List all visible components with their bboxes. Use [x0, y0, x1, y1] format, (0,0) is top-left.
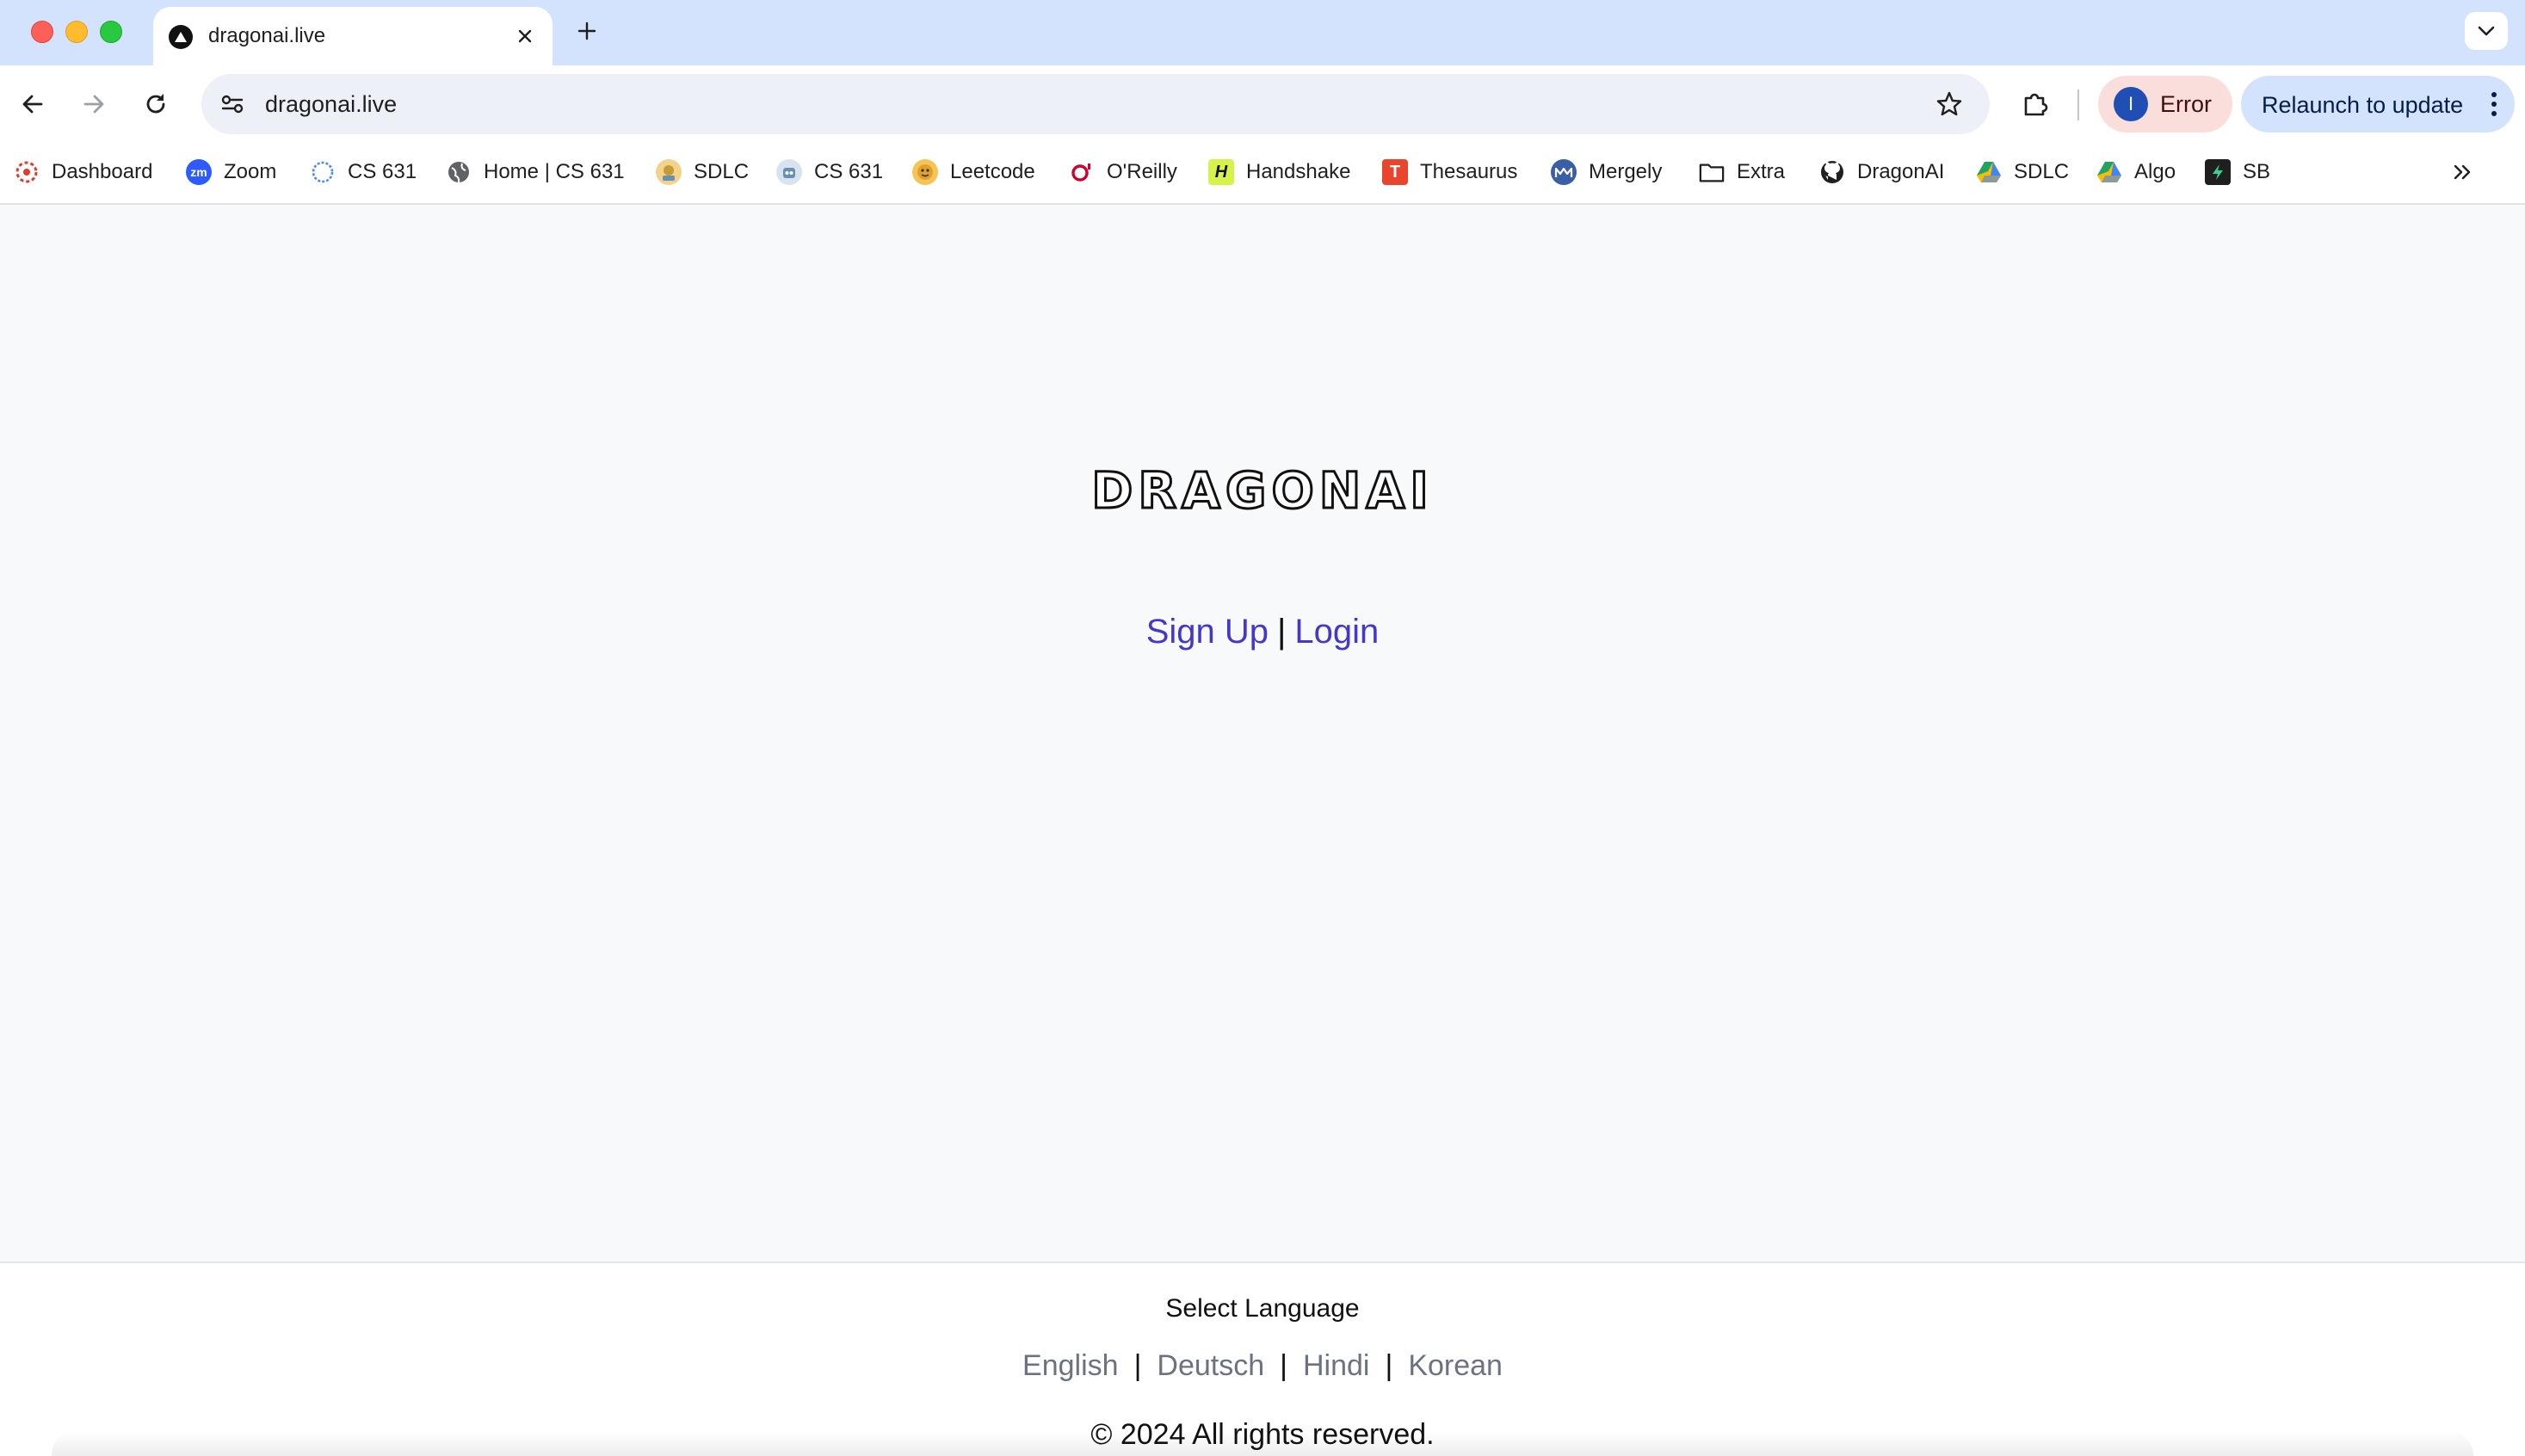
bookmark-leetcode[interactable]: Leetcode	[912, 153, 1035, 191]
site-footer: Select Language English | Deutsch | Hindi | Ko…	[0, 1262, 2525, 1456]
bookmark-label: SDLC	[2014, 160, 2070, 183]
bookmark-label: DragonAI	[1857, 160, 1945, 183]
language-divider: |	[1280, 1349, 1287, 1382]
bookmark-folder-extra[interactable]: Extra	[1699, 153, 1785, 191]
bookmark-label: SB	[2243, 160, 2271, 183]
triangle-favicon-icon	[169, 25, 193, 49]
sb-icon	[2205, 159, 2231, 185]
browser-toolbar: dragonai.live I Error Relaunch to update	[0, 65, 2525, 143]
bookmark-label: SDLC	[694, 160, 750, 183]
tab-strip: dragonai.live	[0, 0, 2525, 65]
ring-icon	[310, 159, 336, 185]
kebab-menu-icon[interactable]	[2485, 86, 2503, 122]
bookmark-cs631[interactable]: CS 631	[310, 153, 417, 191]
bookmark-cs631-2[interactable]: CS 631	[776, 153, 883, 191]
site-settings-tune-icon[interactable]	[213, 85, 251, 123]
language-korean-link[interactable]: Korean	[1408, 1349, 1503, 1382]
relaunch-to-update-button[interactable]: Relaunch to update	[2241, 76, 2515, 133]
bookmark-label: O'Reilly	[1107, 160, 1177, 183]
github-icon	[1819, 159, 1845, 185]
tab-search-chevron-down-icon[interactable]	[2465, 12, 2508, 50]
minimize-window-button[interactable]	[65, 21, 88, 43]
browser-tab-active[interactable]: dragonai.live	[153, 7, 553, 65]
bookmark-label: Mergely	[1589, 160, 1663, 183]
bookmark-dashboard[interactable]: Dashboard	[14, 153, 152, 191]
bookmarks-overflow-chevron-icon[interactable]	[2444, 153, 2482, 191]
tab-close-icon[interactable]	[509, 21, 540, 52]
language-selector: English | Deutsch | Hindi | Korean	[0, 1349, 2525, 1383]
bookmark-label: Thesaurus	[1420, 160, 1518, 183]
bookmark-home-cs631[interactable]: Home | CS 631	[446, 153, 625, 191]
forward-arrow-icon[interactable]	[74, 84, 114, 124]
handshake-icon: H	[1208, 159, 1234, 185]
back-arrow-icon[interactable]	[13, 84, 52, 124]
login-link[interactable]: Login	[1294, 613, 1379, 651]
dragonai-logo: DRAGONAI	[1090, 460, 1434, 521]
url-text[interactable]: dragonai.live	[265, 91, 397, 118]
bookmark-label: Leetcode	[950, 160, 1035, 183]
bookmark-handshake[interactable]: H Handshake	[1208, 153, 1350, 191]
emoji-icon	[656, 159, 682, 185]
language-divider: |	[1133, 1349, 1142, 1382]
oreilly-icon	[1069, 159, 1095, 185]
bookmark-label: Handshake	[1246, 160, 1351, 183]
bookmark-sdlc[interactable]: SDLC	[656, 153, 749, 191]
sign-up-link[interactable]: Sign Up	[1146, 613, 1269, 651]
maximize-window-button[interactable]	[100, 21, 122, 43]
bookmark-label: CS 631	[348, 160, 417, 183]
drive-icon	[1976, 159, 2002, 185]
bookmark-label: Extra	[1737, 160, 1786, 183]
language-deutsch-link[interactable]: Deutsch	[1157, 1349, 1264, 1382]
bookmarks-bar: Dashboard zm Zoom CS 631 Home | CS 631 S…	[0, 143, 2525, 205]
thesaurus-icon: T	[1382, 159, 1408, 185]
canvas-icon	[14, 159, 40, 185]
language-english-link[interactable]: English	[1022, 1349, 1119, 1382]
bookmark-algo-drive[interactable]: Algo	[2096, 153, 2176, 191]
profile-error-button[interactable]: I Error	[2098, 76, 2232, 133]
avatar: I	[2114, 87, 2148, 121]
bookmark-label: Algo	[2134, 160, 2176, 183]
bookmark-sdlc-drive[interactable]: SDLC	[1976, 153, 2069, 191]
robot-icon	[776, 159, 802, 185]
language-hindi-link[interactable]: Hindi	[1303, 1349, 1369, 1382]
folder-icon	[1699, 159, 1725, 185]
select-language-heading: Select Language	[1165, 1294, 1360, 1323]
auth-separator: |	[1277, 613, 1287, 651]
profile-status-label: Error	[2160, 91, 2212, 117]
bookmark-sb[interactable]: SB	[2205, 153, 2270, 191]
bookmark-dragonai[interactable]: DragonAI	[1819, 153, 1944, 191]
tab-title: dragonai.live	[208, 24, 326, 47]
bookmark-label: CS 631	[814, 160, 884, 183]
bookmark-thesaurus[interactable]: T Thesaurus	[1382, 153, 1517, 191]
bookmark-label: Home | CS 631	[484, 160, 625, 183]
globe-icon	[446, 159, 472, 185]
zoom-icon: zm	[186, 159, 212, 185]
address-bar[interactable]: dragonai.live	[201, 74, 1990, 134]
bookmark-label: Dashboard	[52, 160, 153, 183]
emoji-icon	[912, 159, 938, 185]
reload-icon[interactable]	[136, 84, 176, 124]
bookmark-zoom[interactable]: zm Zoom	[186, 153, 276, 191]
bookmark-label: Zoom	[224, 160, 277, 183]
language-divider: |	[1385, 1349, 1393, 1382]
bookmark-mergely[interactable]: Mergely	[1551, 153, 1662, 191]
toolbar-divider	[2077, 89, 2079, 120]
relaunch-label: Relaunch to update	[2262, 92, 2464, 118]
auth-links: Sign Up | Login	[0, 613, 2525, 651]
extensions-puzzle-icon[interactable]	[2016, 84, 2055, 124]
mergely-icon	[1551, 159, 1577, 185]
bookmark-star-icon[interactable]	[1931, 86, 1967, 122]
close-window-button[interactable]	[31, 21, 53, 43]
footer-shadow	[52, 1430, 2473, 1456]
drive-icon	[2096, 159, 2122, 185]
new-tab-plus-icon[interactable]	[570, 14, 604, 48]
bookmark-oreilly[interactable]: O'Reilly	[1069, 153, 1177, 191]
